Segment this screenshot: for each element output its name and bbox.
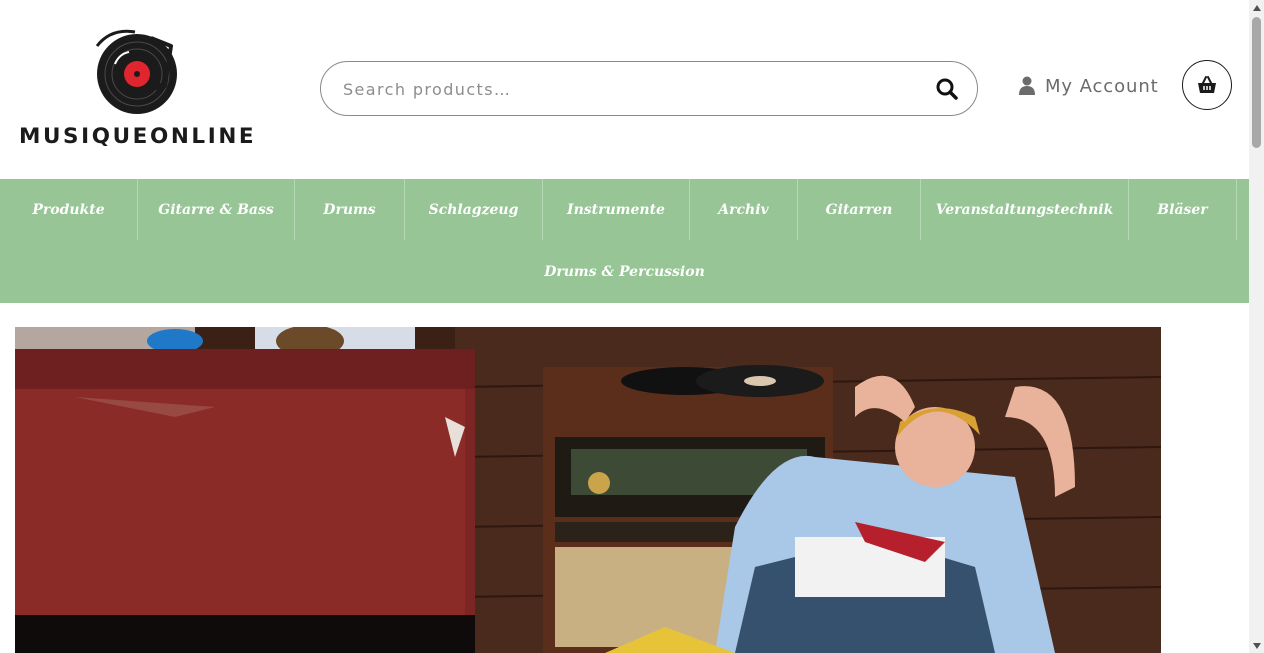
search-icon <box>936 78 958 100</box>
site-header: MUSIQUEONLINE My Account <box>0 0 1249 179</box>
nav-item-drums[interactable]: Drums <box>295 179 405 240</box>
nav-item-gitarre-bass[interactable]: Gitarre & Bass <box>138 179 295 240</box>
user-icon <box>1019 76 1035 95</box>
nav-item-gitarren[interactable]: Gitarren <box>798 179 921 240</box>
my-account-label: My Account <box>1045 75 1159 97</box>
main-navigation: Produkte Gitarre & Bass Drums Schlagzeug… <box>0 179 1249 303</box>
nav-item-schlagzeug[interactable]: Schlagzeug <box>405 179 543 240</box>
nav-item-veranstaltungstechnik[interactable]: Veranstaltungstechnik <box>921 179 1129 240</box>
vinyl-record-logo-icon <box>95 29 177 114</box>
site-logo[interactable]: MUSIQUEONLINE <box>19 26 264 150</box>
page-scrollbar[interactable] <box>1249 0 1264 653</box>
search-button[interactable] <box>935 77 959 101</box>
nav-item-instrumente[interactable]: Instrumente <box>543 179 690 240</box>
basket-icon <box>1198 76 1216 93</box>
logo-wordmark: MUSIQUEONLINE <box>19 124 257 149</box>
scroll-down-button[interactable] <box>1249 638 1264 653</box>
scroll-up-button[interactable] <box>1249 0 1264 15</box>
scroll-thumb[interactable] <box>1252 17 1261 148</box>
nav-item-drums-percussion[interactable]: Drums & Percussion <box>524 240 725 303</box>
scroll-down-arrow-icon <box>1252 642 1261 649</box>
nav-item-blaeser[interactable]: Bläser <box>1129 179 1237 240</box>
scroll-up-arrow-icon <box>1252 4 1261 11</box>
product-search-bar <box>320 61 978 117</box>
nav-row-primary: Produkte Gitarre & Bass Drums Schlagzeug… <box>0 179 1237 240</box>
nav-item-produkte[interactable]: Produkte <box>0 179 138 240</box>
nav-item-archiv[interactable]: Archiv <box>690 179 798 240</box>
nav-row-secondary: Drums & Percussion <box>0 240 1249 303</box>
search-input[interactable] <box>341 62 905 117</box>
cart-button[interactable] <box>1182 60 1232 110</box>
hero-banner-image <box>15 327 1161 653</box>
my-account-link[interactable]: My Account <box>1018 72 1159 100</box>
hero-retro-photo <box>15 327 1161 653</box>
